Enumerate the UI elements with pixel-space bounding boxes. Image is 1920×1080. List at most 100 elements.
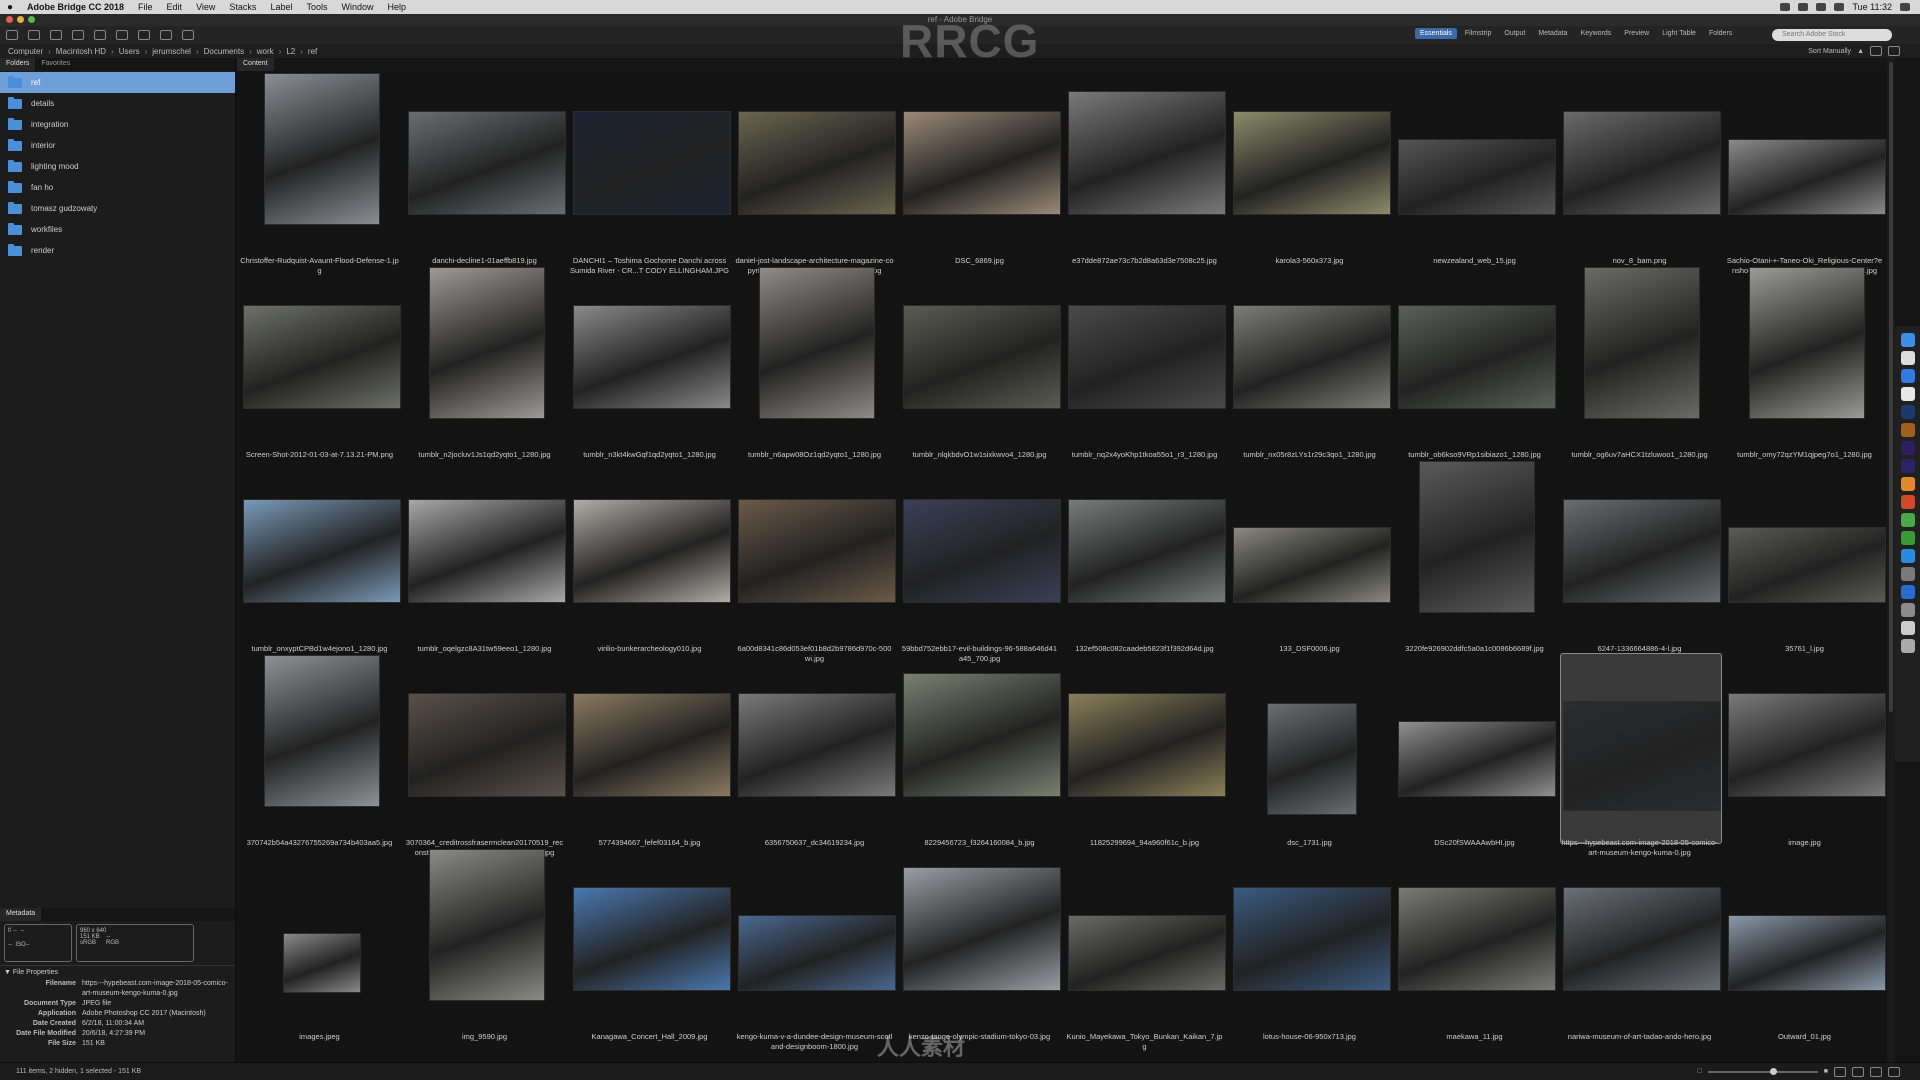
thumbnail-image[interactable]: [1727, 693, 1886, 797]
crumb-l2[interactable]: L2: [284, 47, 297, 56]
thumbnail-size-slider[interactable]: [1707, 1067, 1818, 1075]
sort-dropdown[interactable]: Sort Manually: [1808, 48, 1851, 55]
recent-icon[interactable]: [50, 30, 62, 40]
trash-icon[interactable]: [1900, 639, 1915, 653]
menu-file[interactable]: File: [131, 2, 160, 12]
crumb-users[interactable]: Users: [117, 47, 142, 56]
app-icon[interactable]: [1900, 495, 1915, 509]
folder-item-workfiles[interactable]: workfiles: [0, 219, 235, 240]
open-in-camera-raw-icon[interactable]: [138, 30, 150, 40]
thumbnail-image[interactable]: [1727, 915, 1886, 991]
app-icon[interactable]: [1900, 567, 1915, 581]
thumbnail-item[interactable]: dsc_1731.jpg: [1227, 653, 1392, 847]
thumbnail-image[interactable]: [282, 933, 361, 993]
messages-icon[interactable]: [1900, 513, 1915, 527]
thumbnail-item[interactable]: image.jpg: [1722, 653, 1887, 847]
thumbnail-item[interactable]: Sachio-Otani-+-Taneo-Oki_Religious-Cente…: [1722, 71, 1887, 275]
workspace-essentials[interactable]: Essentials: [1415, 28, 1457, 39]
zoom-window-button[interactable]: [28, 16, 35, 23]
clock[interactable]: Tue 11:32: [1852, 2, 1892, 12]
thumbnail-image[interactable]: [1397, 305, 1556, 409]
thumbnail-item[interactable]: DSc20fSWAAAwbHI.jpg: [1392, 653, 1557, 847]
thumbnail-item[interactable]: 35761_l.jpg: [1722, 459, 1887, 653]
view-details-icon[interactable]: [1870, 1066, 1882, 1077]
bridge-icon[interactable]: [1900, 423, 1915, 437]
thumbnail-item[interactable]: 59bbd752ebb17-evil-buildings-96-588a646d…: [897, 459, 1062, 663]
close-window-button[interactable]: [6, 16, 13, 23]
thumbnail-item[interactable]: 6356750637_dc34619234.jpg: [732, 653, 897, 847]
thumbnail-image[interactable]: [407, 499, 566, 603]
sort-direction-icon[interactable]: ▲: [1857, 48, 1864, 55]
content-scrollbar[interactable]: [1887, 58, 1895, 1062]
thumbnail-item[interactable]: 6a00d8341c86d053ef01b8d2b9786d970c-500wi…: [732, 459, 897, 663]
folder-item-render[interactable]: render: [0, 240, 235, 261]
after-effects-icon[interactable]: [1900, 459, 1915, 473]
folder-item-details[interactable]: details: [0, 93, 235, 114]
workspace-light-table[interactable]: Light Table: [1657, 28, 1701, 39]
thumbnail-image[interactable]: [1067, 305, 1226, 409]
minimize-window-button[interactable]: [17, 16, 24, 23]
folder-item-ref[interactable]: ref: [0, 72, 235, 93]
thumbnail-image[interactable]: [1397, 139, 1556, 215]
crumb-computer[interactable]: Computer: [6, 47, 45, 56]
thumbnail-image[interactable]: [1067, 91, 1226, 215]
menu-view[interactable]: View: [189, 2, 222, 12]
thumbnail-image[interactable]: [428, 849, 545, 1001]
tray-icon[interactable]: [1798, 3, 1809, 11]
thumbnail-image[interactable]: [407, 111, 566, 215]
safari-icon[interactable]: [1900, 369, 1915, 383]
slider-handle[interactable]: [1769, 1067, 1777, 1075]
thumbnail-item[interactable]: e37dde872ae73c7b2d8a63d3e7508c25.jpg: [1062, 71, 1227, 265]
thumbnail-image[interactable]: [737, 693, 896, 797]
chrome-icon[interactable]: [1900, 351, 1915, 365]
thumbnail-item[interactable]: tumblr_og6uv7aHCX1tzluwoo1_1280.jpg: [1557, 265, 1722, 459]
thumbnail-item[interactable]: tumblr_n2jocluv1Js1qd2yqto1_1280.jpg: [402, 265, 567, 459]
thumbnail-item[interactable]: tumblr_omy72qzYM1qjpeg7o1_1280.jpg: [1722, 265, 1887, 459]
menu-help[interactable]: Help: [381, 2, 414, 12]
thumbnail-item[interactable]: tumblr_n3kt4kwGqf1qd2yqto1_1280.jpg: [567, 265, 732, 459]
thumbnail-item[interactable]: newzealand_web_15.jpg: [1392, 71, 1557, 265]
thumbnail-item[interactable]: tumblr_nq2x4yoKhp1tkoa55o1_r3_1280.jpg: [1062, 265, 1227, 459]
spotify-icon[interactable]: [1900, 531, 1915, 545]
delete-icon[interactable]: [1888, 46, 1900, 56]
skype-icon[interactable]: [1900, 549, 1915, 563]
thumbnail-item[interactable]: daniel-jost-landscape-architecture-magaz…: [732, 71, 897, 275]
rotate-right-icon[interactable]: [182, 30, 194, 40]
thumbnail-item[interactable]: tumblr_ob6kso9VRp1sibiazo1_1280.jpg: [1392, 265, 1557, 459]
crumb-documents[interactable]: Documents: [202, 47, 246, 56]
crumb-user[interactable]: jerumschel: [150, 47, 193, 56]
thumbnail-image[interactable]: [1562, 887, 1721, 991]
file-properties-header[interactable]: ▼ File Properties: [0, 965, 235, 979]
thumbnail-image[interactable]: [1562, 111, 1721, 215]
thumbnail-image[interactable]: [1067, 693, 1226, 797]
thumbnail-image[interactable]: [1397, 721, 1556, 797]
workspace-folders[interactable]: Folders: [1704, 28, 1737, 39]
thumbnail-image[interactable]: [1562, 499, 1721, 603]
tab-content[interactable]: Content: [237, 58, 274, 71]
thumbnail-item[interactable]: nov_8_bam.png: [1557, 71, 1722, 265]
thumbnail-image[interactable]: [1397, 887, 1556, 991]
forward-icon[interactable]: [28, 30, 40, 40]
thumbnail-image[interactable]: [407, 693, 566, 797]
calendar-icon[interactable]: [1900, 387, 1915, 401]
tab-folders[interactable]: Folders: [0, 58, 36, 71]
thumbnail-image[interactable]: [572, 499, 731, 603]
thumbnail-item[interactable]: Screen-Shot-2012-01-03-at-7.13.21-PM.png: [237, 265, 402, 459]
thumbnail-item[interactable]: 133_DSF0006.jpg: [1227, 459, 1392, 653]
thumbnail-item[interactable]: 8229456723_f3264160084_b.jpg: [897, 653, 1062, 847]
thumbnail-item[interactable]: kengo-kuma-v-a-dundee-design-museum-scot…: [732, 847, 897, 1051]
tab-favorites[interactable]: Favorites: [35, 58, 76, 71]
folder-item-integration[interactable]: integration: [0, 114, 235, 135]
thumbnail-item[interactable]: virilio-bunkerarcheology010.jpg: [567, 459, 732, 653]
zoom-in-icon[interactable]: ■: [1824, 1068, 1828, 1075]
thumbnail-item[interactable]: img_9590.jpg: [402, 847, 567, 1041]
illustrator-icon[interactable]: [1900, 477, 1915, 491]
workspace-output[interactable]: Output: [1499, 28, 1530, 39]
thumbnail-item[interactable]: 370742b54a43276755269a734b403aa5.jpg: [237, 653, 402, 847]
menu-label[interactable]: Label: [263, 2, 299, 12]
thumbnail-item[interactable]: 3070364_creditrossfrasermclean20170519_r…: [402, 653, 567, 857]
back-icon[interactable]: [6, 30, 18, 40]
thumbnail-item[interactable]: https---hypebeast.com-image-2018-05-comi…: [1557, 653, 1722, 857]
menu-stacks[interactable]: Stacks: [222, 2, 263, 12]
new-folder-icon[interactable]: [1870, 46, 1882, 56]
